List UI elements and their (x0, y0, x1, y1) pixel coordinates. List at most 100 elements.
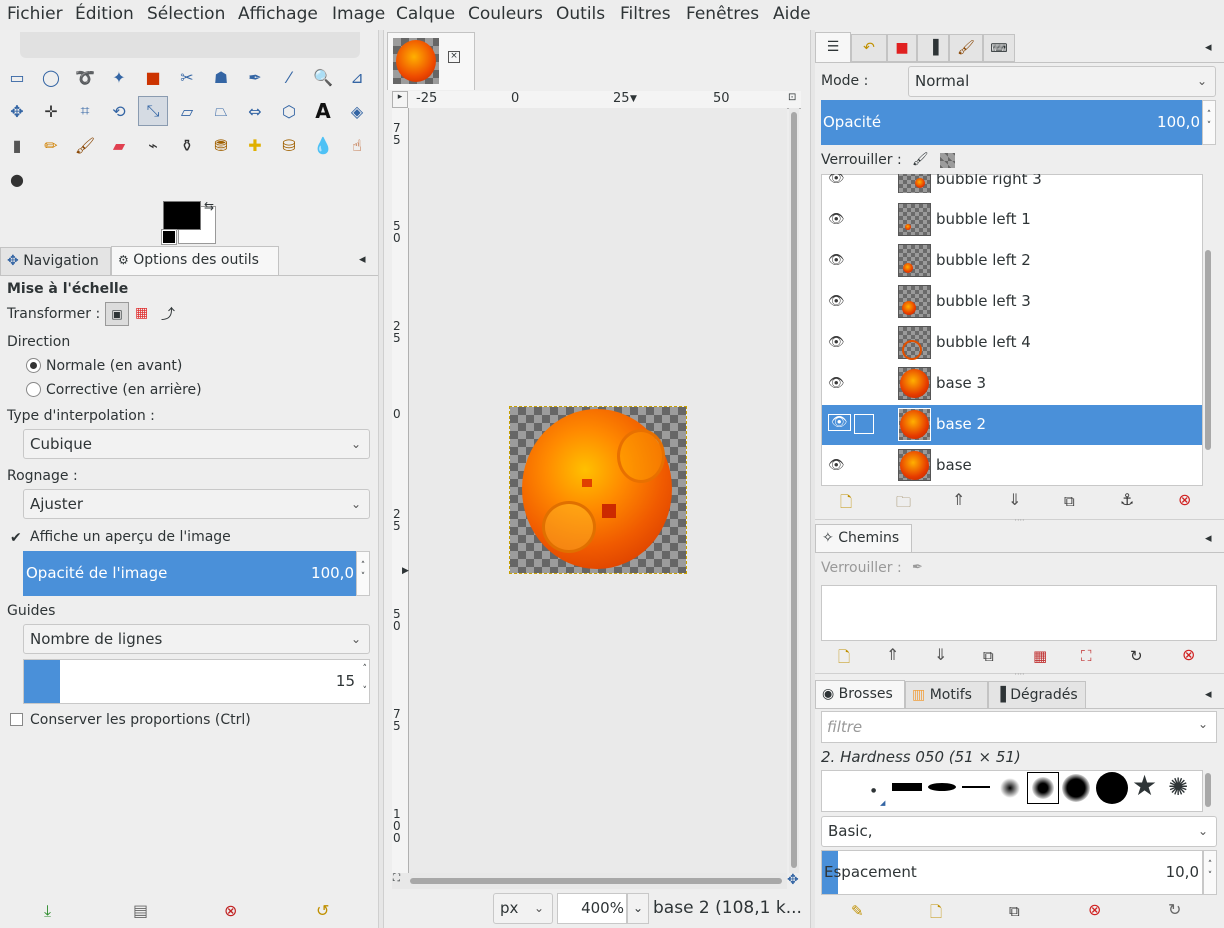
tab-brushes[interactable]: ◉ Brosses (815, 680, 905, 708)
tab-patterns[interactable]: ▥ Motifs (905, 681, 988, 708)
foreground-color-swatch[interactable] (163, 201, 201, 230)
layer-opacity-slider[interactable]: Opacité 100,0 (821, 100, 1202, 145)
dock-menu-icon[interactable]: ◂ (359, 252, 366, 267)
brush-item[interactable] (1062, 774, 1090, 802)
guides-combo[interactable]: Nombre de lignes ⌄ (23, 624, 370, 654)
image-opacity-slider[interactable]: Opacité de l'image 100,0 (23, 551, 356, 596)
tab-tool-options[interactable]: ⚙ Options des outils (111, 246, 279, 275)
duplicate-layer-icon[interactable]: ⧉ (1064, 492, 1075, 510)
free-select-icon[interactable]: ➰ (72, 64, 98, 90)
lower-layer-icon[interactable]: ⇓ (1008, 490, 1021, 509)
brush-item[interactable] (962, 786, 990, 788)
color-select-icon[interactable]: ■ (140, 64, 166, 90)
menu-affichage[interactable]: Affichage (238, 4, 318, 24)
quick-mask-corner-icon[interactable]: ▸ (392, 91, 408, 108)
pane-divider-right[interactable] (810, 30, 815, 928)
ellipse-select-icon[interactable]: ◯ (38, 64, 64, 90)
delete-path-icon[interactable]: ⊗ (1182, 645, 1195, 664)
clone-icon[interactable]: ⛃ (208, 132, 234, 158)
reset-icon[interactable]: ↺ (316, 901, 329, 920)
navigate-icon[interactable]: ✥ (787, 872, 799, 888)
delete-brush-icon[interactable]: ⊗ (1088, 900, 1101, 919)
unit-combo[interactable]: px ⌄ (493, 893, 553, 924)
transform-selection-icon[interactable]: ▦ (135, 305, 148, 321)
layer-row[interactable]: 👁 bubble left 2 (822, 241, 1202, 281)
blend-icon[interactable]: ▮ (4, 132, 30, 158)
fuzzy-select-icon[interactable]: ✦ (106, 64, 132, 90)
brush-tag-combo[interactable]: Basic, ⌄ (821, 816, 1217, 847)
dock-menu-icon[interactable]: ◂ (1205, 531, 1212, 546)
default-colors-icon[interactable] (161, 229, 177, 245)
layer-opacity-spin[interactable]: ˄ ˅ (1202, 100, 1216, 145)
menu-calque[interactable]: Calque (396, 4, 455, 24)
rotate-icon[interactable]: ⟲ (106, 98, 132, 124)
direction-corrective-radio[interactable] (26, 382, 41, 397)
chain-link-toggle[interactable] (854, 414, 874, 434)
align-icon[interactable]: ✛ (38, 98, 64, 124)
tab-gradient-editor[interactable]: ▐ (917, 34, 949, 62)
selection-to-path-icon[interactable]: ⛶ (1081, 647, 1092, 665)
shear-icon[interactable]: ▱ (174, 98, 200, 124)
zoom-fit-icon[interactable]: ⊡ (788, 92, 796, 103)
direction-normal-radio[interactable] (26, 358, 41, 373)
dodge-burn-icon[interactable]: ● (4, 166, 30, 192)
tab-undo-history[interactable]: ↶ (851, 34, 887, 62)
measure-icon[interactable]: ⊿ (344, 64, 370, 90)
layer-row[interactable]: 👁 base (822, 446, 1202, 486)
color-picker-icon[interactable]: ⁄ (276, 64, 302, 90)
lock-pixels-icon[interactable]: 🖌 (912, 152, 929, 167)
lock-path-icon[interactable]: ✒ (912, 560, 923, 575)
visibility-eye-icon[interactable]: 👁 (828, 335, 845, 350)
vertical-scrollbar[interactable] (789, 108, 799, 873)
menu-image[interactable]: Image (332, 4, 385, 24)
layer-row[interactable]: 👁 bubble left 4 (822, 323, 1202, 363)
zoom-icon[interactable]: 🔍 (310, 64, 336, 90)
path-to-selection-icon[interactable]: ▦ (1033, 647, 1047, 665)
image-tab[interactable]: × (387, 32, 475, 90)
bucket-fill-icon[interactable]: ◈ (344, 98, 370, 124)
menu-filtres[interactable]: Filtres (620, 4, 671, 24)
dock-menu-icon[interactable]: ◂ (1205, 40, 1212, 55)
delete-layer-icon[interactable]: ⊗ (1178, 490, 1191, 509)
menu-aide[interactable]: Aide (773, 4, 811, 24)
brush-grid-scrollbar[interactable] (1205, 773, 1211, 807)
airbrush-icon[interactable]: ⌁ (140, 132, 166, 158)
layers-scrollbar[interactable] (1205, 250, 1211, 450)
layer-row[interactable]: 👁 bubble left 3 (822, 282, 1202, 322)
raise-path-icon[interactable]: ⇑ (886, 645, 899, 664)
visibility-eye-icon[interactable]: 👁 (828, 414, 851, 431)
save-preset-icon[interactable]: ⤓ (44, 901, 51, 921)
pane-divider-left[interactable] (378, 30, 384, 928)
scissors-icon[interactable]: ✂ (174, 64, 200, 90)
keep-aspect-checkbox[interactable] (10, 713, 23, 726)
brush-item[interactable] (1096, 772, 1128, 804)
delete-preset-icon[interactable]: ⊗ (224, 901, 237, 920)
visibility-eye-icon[interactable]: 👁 (828, 212, 845, 227)
swap-colors-icon[interactable]: ⇆ (204, 199, 214, 213)
heal-icon[interactable]: ✚ (242, 132, 268, 158)
lock-alpha-icon[interactable] (940, 153, 955, 168)
layer-row[interactable]: 👁 bubble left 1 (822, 200, 1202, 240)
scale-icon[interactable]: ⤡ (138, 96, 168, 126)
paintbrush-icon[interactable]: 🖌 (72, 132, 98, 158)
pencil-icon[interactable]: ✏ (38, 132, 64, 158)
clipping-combo[interactable]: Ajuster ⌄ (23, 489, 370, 519)
menu-outils[interactable]: Outils (556, 4, 605, 24)
new-path-icon[interactable]: 🗋 (838, 647, 850, 672)
opacity-spin-buttons[interactable]: ˄ ˅ (356, 551, 370, 596)
zoom-field[interactable]: 400% (557, 893, 627, 924)
visibility-eye-icon[interactable]: 👁 (828, 253, 845, 268)
edit-brush-icon[interactable]: ✎ (851, 902, 864, 920)
cage-transform-icon[interactable]: ⬡ (276, 98, 302, 124)
eraser-icon[interactable]: ▰ (106, 132, 132, 158)
smudge-icon[interactable]: ☝ (344, 132, 370, 158)
move-icon[interactable]: ✥ (4, 98, 30, 124)
image-layer[interactable] (509, 406, 687, 574)
mode-combo[interactable]: Normal ⌄ (908, 66, 1216, 97)
brush-item[interactable] (892, 783, 922, 791)
splatter-brush-icon[interactable]: ✺ (1168, 773, 1188, 801)
blur-icon[interactable]: 💧 (310, 132, 336, 158)
restore-preset-icon[interactable]: ▤ (133, 901, 148, 920)
brush-filter-input[interactable]: filtre ⌄ (821, 711, 1217, 743)
layer-row[interactable]: 👁 base 3 (822, 364, 1202, 404)
